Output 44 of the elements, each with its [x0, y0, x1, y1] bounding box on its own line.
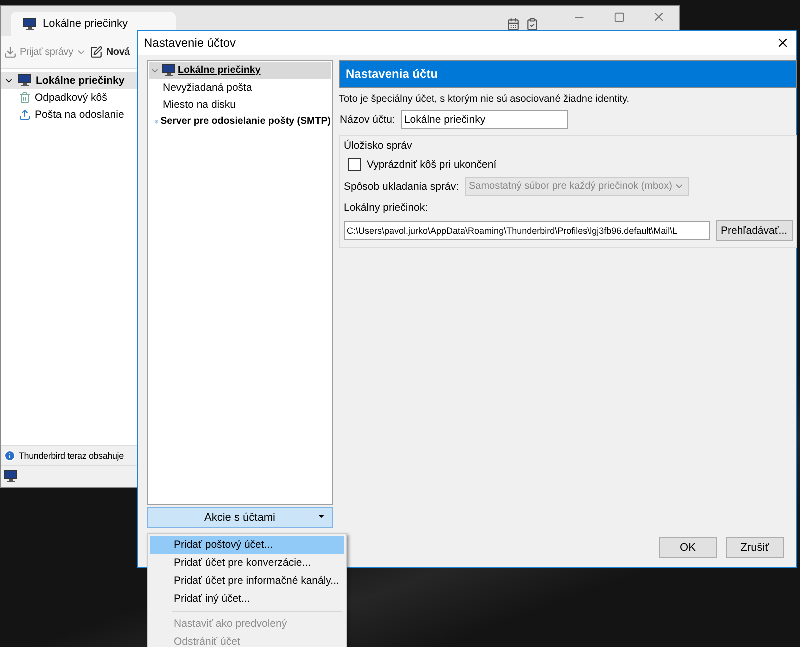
folder-path-field[interactable]: C:\Users\pavol.jurko\AppData\Roaming\Thunderbird\Profiles\lgj3fb96.default\Mail\L — [344, 221, 710, 240]
account-actions-button[interactable]: Akcie s účtami — [147, 507, 333, 528]
group-legend: Úložisko správ — [344, 140, 793, 152]
calendar-icon[interactable] — [507, 18, 520, 31]
tab-label: Lokálne priečinky — [43, 18, 128, 30]
computer-icon — [18, 74, 32, 87]
trash-icon — [19, 92, 31, 104]
field-label: Názov účtu: — [340, 114, 396, 126]
menu-item[interactable]: Pridať iný účet... — [150, 590, 344, 608]
menu-item[interactable]: Pridať účet pre konverzácie... — [150, 554, 344, 572]
close-icon[interactable] — [776, 36, 790, 50]
tasks-icon[interactable] — [526, 18, 539, 31]
section-header: Nastavenia účtu — [339, 60, 797, 88]
info-text: Toto je špeciálny účet, s ktorým nie sú asociované žiadne identity. — [339, 94, 631, 105]
dialog-title: Nastavenie účtov — [144, 36, 236, 50]
computer-icon — [4, 470, 18, 483]
checkbox-label: Vyprázdniť kôš pri ukončení — [367, 158, 497, 170]
notification-text: Thunderbird teraz obsahuje — [19, 450, 124, 460]
toolbar-label: Nová — [106, 46, 130, 58]
info-icon — [4, 450, 16, 462]
download-icon — [4, 46, 17, 58]
folder-label: Pošta na odoslanie — [35, 108, 124, 120]
browse-button[interactable]: Prehľadávať... — [716, 220, 793, 241]
tree-item[interactable]: Lokálne priečinky — [149, 62, 331, 79]
window-tab[interactable]: Lokálne priečinky — [11, 12, 176, 36]
computer-icon — [162, 64, 176, 77]
maximize-icon[interactable] — [614, 12, 624, 22]
caret-icon — [317, 512, 326, 521]
checkbox[interactable] — [348, 158, 361, 171]
dialog-button[interactable]: OK — [659, 537, 717, 558]
field-label: Spôsob ukladania správ: — [344, 180, 459, 192]
computer-icon — [23, 18, 37, 30]
upload-icon — [19, 108, 31, 120]
menu-item[interactable]: Pridať účet pre informačné kanály... — [150, 572, 344, 590]
dialog-button[interactable]: Zrušiť — [726, 537, 784, 558]
pencil-icon — [90, 46, 104, 58]
field-label: Lokálny priečinok: — [344, 202, 430, 214]
account-name-field[interactable]: Lokálne priečinky — [401, 110, 568, 129]
toolbar-label: Prijať správy — [20, 46, 74, 58]
folder-item[interactable]: Lokálne priečinky — [1, 72, 138, 89]
folder-label: Odpadkový kôš — [35, 92, 108, 104]
toolbar-button[interactable]: Nová — [90, 46, 130, 58]
menu-item[interactable]: Pridať poštový účet... — [150, 536, 344, 554]
folder-label: Lokálne priečinky — [36, 74, 125, 86]
